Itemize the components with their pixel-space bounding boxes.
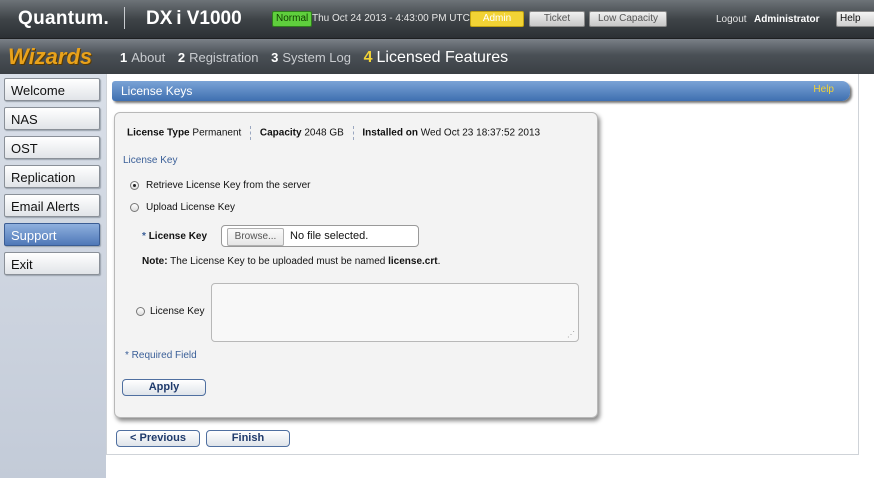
sidebar: Welcome NAS OST Replication Email Alerts… [0, 74, 106, 478]
status-badge: Normal [272, 11, 313, 27]
required-field-note: * Required Field [125, 350, 197, 361]
license-key-textarea[interactable]: ⋰ [211, 283, 579, 342]
paste-license-label[interactable]: License Key [150, 306, 204, 317]
wizard-steps: 1 About 2 Registration 3 System Log 4 Licens… [120, 49, 517, 67]
info-divider [250, 126, 252, 140]
capacity-label: Capacity [259, 127, 302, 139]
license-note: Note: The License Key to be uploaded mus… [142, 256, 441, 267]
upload-license-key-label: * License Key [142, 231, 208, 242]
required-asterisk: * [142, 231, 146, 242]
low-capacity-button[interactable]: Low Capacity [589, 11, 667, 27]
sidebar-item-exit[interactable]: Exit [4, 252, 100, 275]
top-bar: Quantum. DX i V1000 Normal Thu Oct 24 20… [0, 0, 874, 39]
sidebar-item-email-alerts[interactable]: Email Alerts [4, 194, 100, 217]
retrieve-license-radio[interactable] [130, 181, 139, 190]
info-divider [352, 126, 354, 140]
upload-license-label[interactable]: Upload License Key [146, 202, 235, 213]
finish-button[interactable]: Finish [206, 430, 290, 447]
capacity-value: 2048 GB [304, 127, 344, 139]
license-type-value: Permanent [192, 127, 242, 139]
upload-license-radio[interactable] [130, 203, 139, 212]
panel-title: License Keys [121, 84, 193, 98]
sidebar-item-ost[interactable]: OST [4, 136, 100, 159]
browse-button[interactable]: Browse... [227, 228, 284, 246]
paste-license-radio[interactable] [136, 307, 145, 316]
admin-button[interactable]: Admin [470, 11, 524, 27]
panel-help-link[interactable]: Help [813, 84, 834, 95]
apply-button[interactable]: Apply [122, 379, 206, 396]
previous-button[interactable]: < Previous [116, 430, 200, 447]
logout-link[interactable]: Logout [716, 14, 747, 25]
license-file-input[interactable]: Browse... No file selected. [221, 225, 419, 247]
license-keys-header: License Keys Help [112, 81, 850, 101]
ticket-button[interactable]: Ticket [529, 11, 585, 27]
sidebar-item-replication[interactable]: Replication [4, 165, 100, 188]
file-status: No file selected. [290, 230, 369, 242]
header-divider [124, 7, 125, 29]
license-type-label: License Type [127, 127, 190, 139]
resize-grip-icon[interactable]: ⋰ [567, 330, 575, 339]
retrieve-license-label[interactable]: Retrieve License Key from the server [146, 180, 311, 191]
system-datetime: Thu Oct 24 2013 - 4:43:00 PM UTC [312, 13, 470, 24]
wizard-step-system-log[interactable]: 3 System Log [271, 50, 351, 65]
sidebar-item-support[interactable]: Support [4, 223, 100, 246]
quantum-logo: Quantum. [18, 8, 110, 29]
sidebar-item-nas[interactable]: NAS [4, 107, 100, 130]
license-key-section-label: License Key [123, 155, 178, 166]
wizard-bar: Wizards 1 About 2 Registration 3 System Log… [0, 39, 874, 74]
installed-on-value: Wed Oct 23 18:37:52 2013 [420, 127, 541, 139]
model-name: DX i V1000 [146, 8, 242, 29]
wizard-step-about[interactable]: 1 About [120, 50, 165, 65]
wizard-step-licensed-features: 4 Licensed Features [363, 49, 509, 66]
current-user: Administrator [754, 14, 820, 25]
wizard-step-registration[interactable]: 2 Registration [178, 50, 259, 65]
sidebar-item-welcome[interactable]: Welcome [4, 78, 100, 101]
help-button[interactable]: Help [836, 11, 874, 27]
wizards-title: Wizards [8, 44, 93, 69]
license-info-row: License Type Permanent Capacity 2048 GB … [127, 126, 540, 140]
license-card: License Type Permanent Capacity 2048 GB … [114, 112, 598, 418]
installed-on-label: Installed on [362, 127, 418, 139]
